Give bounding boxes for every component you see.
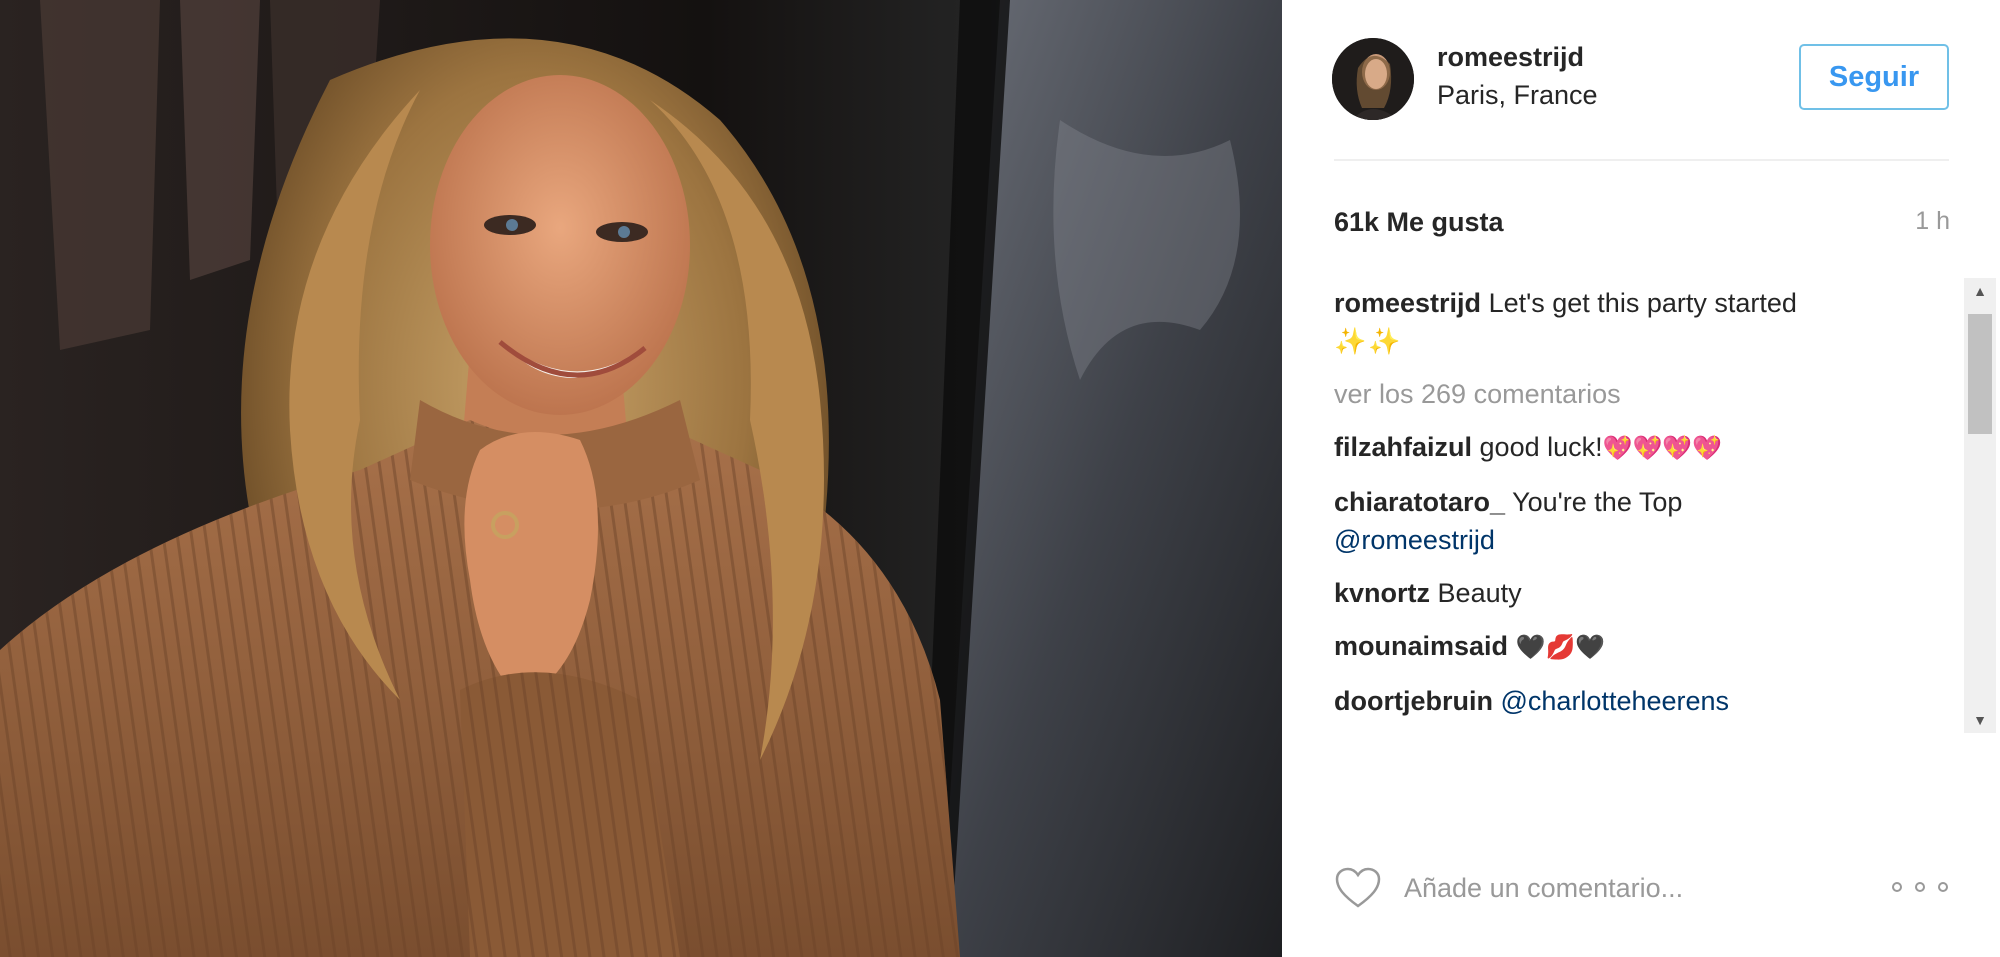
post-time[interactable]: 1 h (1912, 207, 1950, 236)
more-options-icon[interactable] (1892, 872, 1948, 902)
caption-username[interactable]: romeestrijd (1334, 288, 1481, 318)
comment-username[interactable]: filzahfaizul (1334, 432, 1472, 462)
post-header: romeestrijd Paris, France Seguir (1282, 0, 2000, 160)
avatar-image (1332, 38, 1414, 120)
scroll-down-icon[interactable]: ▼ (1964, 707, 1996, 733)
comment-item: doortjebruin @charlotteheerens (1334, 682, 1949, 720)
comment-mention[interactable]: @romeestrijd (1334, 525, 1495, 555)
caption-text: Let's get this party started (1488, 288, 1797, 318)
post-photo[interactable] (0, 0, 1282, 957)
post-location[interactable]: Paris, France (1437, 80, 1598, 111)
comment-username[interactable]: doortjebruin (1334, 686, 1493, 716)
view-all-comments-link[interactable]: ver los 269 comentarios (1334, 375, 1949, 413)
comment-bar (1334, 858, 1949, 918)
hearts-emoji: 🖤💋🖤 (1515, 634, 1606, 661)
sparkles-emoji: ✨✨ (1334, 326, 1403, 356)
comment-item: chiaratotaro_ You're the Top @romeestrij… (1334, 483, 1949, 559)
comment-mention[interactable]: @charlotteheerens (1501, 686, 1730, 716)
likes-count[interactable]: 61k Me gusta (1334, 207, 1504, 238)
add-comment-input[interactable] (1404, 866, 1844, 910)
comment-username[interactable]: mounaimsaid (1334, 631, 1508, 661)
caption: romeestrijd Let's get this party started… (1334, 284, 1949, 360)
more-dot (1938, 882, 1948, 892)
comment-item: mounaimsaid 🖤💋🖤 (1334, 627, 1949, 667)
scroll-up-icon[interactable]: ▲ (1964, 278, 1996, 304)
scroll-thumb[interactable] (1968, 314, 1992, 434)
comment-text: Beauty (1437, 578, 1522, 608)
comment-item: filzahfaizul good luck!💖💖💖💖 (1334, 428, 1949, 468)
post-sidebar: romeestrijd Paris, France Seguir 61k Me … (1282, 0, 2000, 957)
instagram-post-view: romeestrijd Paris, France Seguir 61k Me … (0, 0, 2000, 957)
profile-avatar[interactable] (1332, 38, 1414, 120)
comment-text: You're the Top (1512, 487, 1683, 517)
hearts-emoji: 💖💖💖💖 (1602, 435, 1723, 462)
header-divider (1334, 159, 1949, 161)
comment-text: good luck! (1479, 432, 1603, 462)
post-username[interactable]: romeestrijd (1437, 42, 1584, 73)
comment-item: kvnortz Beauty (1334, 574, 1949, 612)
comments-scrollbar[interactable]: ▲ ▼ (1964, 278, 1996, 733)
heart-outline-icon[interactable] (1334, 866, 1382, 910)
post-photo-image (0, 0, 1282, 957)
comment-username[interactable]: kvnortz (1334, 578, 1430, 608)
more-dot (1915, 882, 1925, 892)
more-dot (1892, 882, 1902, 892)
follow-button[interactable]: Seguir (1799, 44, 1949, 110)
comments-list[interactable]: romeestrijd Let's get this party started… (1334, 284, 1949, 732)
comment-username[interactable]: chiaratotaro_ (1334, 487, 1505, 517)
